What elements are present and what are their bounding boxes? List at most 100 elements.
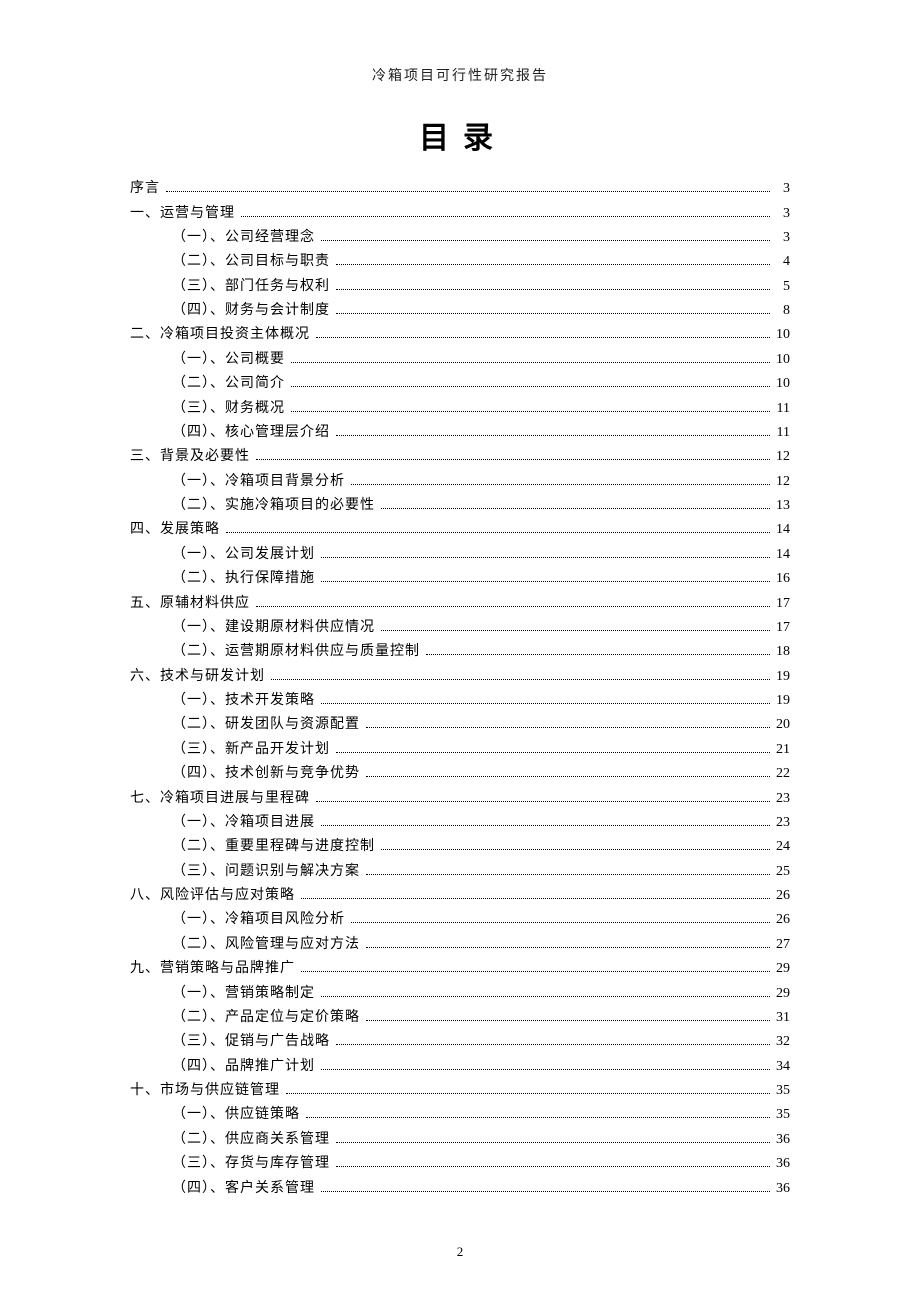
toc-entry-page: 27 bbox=[772, 938, 790, 952]
toc-entry-label: （二）、公司目标与职责 bbox=[172, 255, 330, 269]
toc-entry: （二）、风险管理与应对方法27 bbox=[130, 933, 790, 957]
toc-entry-label: （一）、建设期原材料供应情况 bbox=[172, 621, 375, 635]
toc-entry-label: 四、发展策略 bbox=[130, 523, 220, 537]
toc-entry-page: 29 bbox=[772, 962, 790, 976]
toc-leader-dots bbox=[271, 670, 770, 679]
toc-leader-dots bbox=[291, 402, 770, 411]
toc-entry-label: （二）、研发团队与资源配置 bbox=[172, 718, 360, 732]
toc-entry-page: 13 bbox=[772, 499, 790, 513]
toc-entry: 十、市场与供应链管理35 bbox=[130, 1079, 790, 1103]
toc-entry-label: （四）、客户关系管理 bbox=[172, 1182, 315, 1196]
toc-entry-label: （四）、核心管理层介绍 bbox=[172, 426, 330, 440]
toc-entry-label: 八、风险评估与应对策略 bbox=[130, 889, 295, 903]
toc-entry: 四、发展策略 14 bbox=[130, 518, 790, 542]
toc-entry-label: （二）、供应商关系管理 bbox=[172, 1133, 330, 1147]
toc-entry: （一）、公司发展计划14 bbox=[130, 543, 790, 567]
toc-entry-label: 九、营销策略与品牌推广 bbox=[130, 962, 295, 976]
toc-entry-page: 36 bbox=[772, 1133, 790, 1147]
toc-entry-label: （三）、财务概况 bbox=[172, 402, 285, 416]
toc-entry-label: （一）、冷箱项目风险分析 bbox=[172, 913, 345, 927]
table-of-contents: 序言3一、运营与管理3（一）、公司经营理念3（二）、公司目标与职责4（三）、部门… bbox=[130, 177, 790, 1201]
toc-entry-page: 14 bbox=[772, 523, 790, 537]
toc-entry-label: （三）、问题识别与解决方案 bbox=[172, 865, 360, 879]
toc-leader-dots bbox=[321, 987, 770, 996]
toc-entry: （一）、营销策略制定29 bbox=[130, 981, 790, 1005]
toc-entry-page: 23 bbox=[772, 816, 790, 830]
toc-entry: （一）、冷箱项目进展 23 bbox=[130, 811, 790, 835]
toc-entry: （四）、财务与会计制度8 bbox=[130, 299, 790, 323]
toc-entry: （二）、公司简介10 bbox=[130, 372, 790, 396]
toc-entry-label: 三、背景及必要性 bbox=[130, 450, 250, 464]
toc-leader-dots bbox=[366, 938, 770, 947]
toc-entry: 序言3 bbox=[130, 177, 790, 201]
toc-entry-page: 23 bbox=[772, 792, 790, 806]
toc-entry-label: （四）、品牌推广计划 bbox=[172, 1060, 315, 1074]
running-header: 冷箱项目可行性研究报告 bbox=[130, 65, 790, 85]
toc-entry-page: 3 bbox=[772, 207, 790, 221]
toc-entry-page: 11 bbox=[772, 402, 790, 416]
toc-entry-page: 8 bbox=[772, 304, 790, 318]
toc-leader-dots bbox=[336, 256, 770, 265]
toc-leader-dots bbox=[336, 427, 770, 436]
toc-entry-page: 26 bbox=[772, 889, 790, 903]
toc-entry-label: （一）、公司经营理念 bbox=[172, 231, 315, 245]
toc-leader-dots bbox=[351, 475, 770, 484]
toc-leader-dots bbox=[336, 1158, 770, 1167]
toc-leader-dots bbox=[321, 1060, 770, 1069]
toc-leader-dots bbox=[336, 743, 770, 752]
toc-entry-page: 3 bbox=[772, 231, 790, 245]
toc-entry-label: （四）、技术创新与竞争优势 bbox=[172, 767, 360, 781]
toc-entry: （三）、促销与广告战略32 bbox=[130, 1030, 790, 1054]
toc-entry-page: 17 bbox=[772, 621, 790, 635]
toc-leader-dots bbox=[336, 1036, 770, 1045]
toc-entry-page: 14 bbox=[772, 548, 790, 562]
toc-entry-page: 34 bbox=[772, 1060, 790, 1074]
toc-leader-dots bbox=[381, 841, 770, 850]
toc-entry-label: 序言 bbox=[130, 182, 160, 196]
toc-entry-page: 18 bbox=[772, 645, 790, 659]
toc-entry: （一）、冷箱项目风险分析26 bbox=[130, 908, 790, 932]
toc-leader-dots bbox=[291, 353, 770, 362]
toc-leader-dots bbox=[321, 695, 770, 704]
toc-leader-dots bbox=[336, 1133, 770, 1142]
toc-entry-page: 29 bbox=[772, 987, 790, 1001]
toc-leader-dots bbox=[286, 1085, 770, 1094]
toc-leader-dots bbox=[316, 792, 770, 801]
toc-entry-page: 17 bbox=[772, 597, 790, 611]
toc-entry-page: 11 bbox=[772, 426, 790, 440]
toc-entry-page: 12 bbox=[772, 475, 790, 489]
toc-entry: （四）、品牌推广计划 34 bbox=[130, 1055, 790, 1079]
toc-entry: （三）、新产品开发计划21 bbox=[130, 738, 790, 762]
toc-leader-dots bbox=[301, 890, 770, 899]
toc-leader-dots bbox=[336, 280, 770, 289]
toc-entry: （三）、财务概况 11 bbox=[130, 396, 790, 420]
toc-entry-label: （二）、实施冷箱项目的必要性 bbox=[172, 499, 375, 513]
toc-entry: （一）、冷箱项目背景分析12 bbox=[130, 470, 790, 494]
toc-leader-dots bbox=[366, 865, 770, 874]
toc-entry: （一）、公司经营理念 3 bbox=[130, 226, 790, 250]
toc-entry-label: （三）、部门任务与权利 bbox=[172, 280, 330, 294]
toc-leader-dots bbox=[256, 451, 770, 460]
toc-leader-dots bbox=[301, 963, 770, 972]
toc-entry-label: （三）、存货与库存管理 bbox=[172, 1157, 330, 1171]
toc-leader-dots bbox=[226, 524, 770, 533]
toc-entry: （三）、存货与库存管理36 bbox=[130, 1152, 790, 1176]
toc-entry-page: 4 bbox=[772, 255, 790, 269]
toc-leader-dots bbox=[366, 719, 770, 728]
toc-entry-page: 19 bbox=[772, 694, 790, 708]
toc-entry: （一）、技术开发策略19 bbox=[130, 689, 790, 713]
toc-leader-dots bbox=[321, 1182, 770, 1191]
toc-entry-page: 35 bbox=[772, 1108, 790, 1122]
toc-entry: （二）、重要里程碑与进度控制24 bbox=[130, 835, 790, 859]
toc-entry-page: 12 bbox=[772, 450, 790, 464]
toc-entry: （四）、客户关系管理36 bbox=[130, 1176, 790, 1200]
toc-entry-label: （一）、冷箱项目进展 bbox=[172, 816, 315, 830]
toc-entry-page: 19 bbox=[772, 670, 790, 684]
toc-entry-label: （二）、执行保障措施 bbox=[172, 572, 315, 586]
toc-leader-dots bbox=[256, 597, 770, 606]
toc-entry-page: 32 bbox=[772, 1035, 790, 1049]
toc-entry-page: 10 bbox=[772, 328, 790, 342]
toc-entry: （四）、核心管理层介绍 11 bbox=[130, 421, 790, 445]
toc-entry: （二）、执行保障措施16 bbox=[130, 567, 790, 591]
toc-entry-label: 二、冷箱项目投资主体概况 bbox=[130, 328, 310, 342]
